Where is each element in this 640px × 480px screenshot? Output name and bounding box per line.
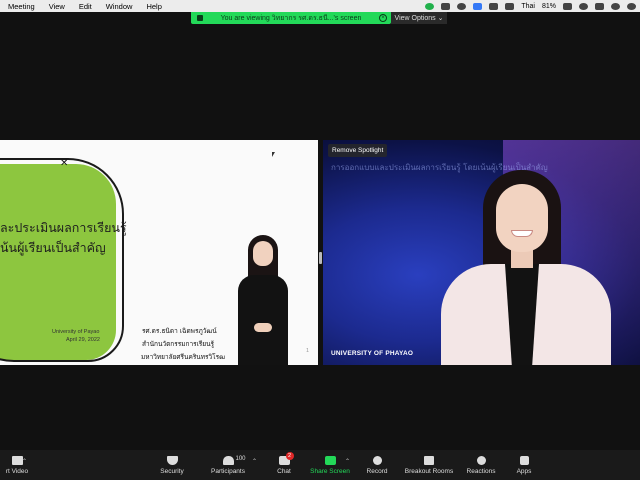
start-video-button[interactable]: rt Video	[0, 450, 34, 480]
wifi-icon[interactable]	[579, 2, 588, 10]
control-center-icon[interactable]	[595, 2, 604, 10]
menu-bar-tray: Thai 81%	[425, 0, 636, 12]
breakout-rooms-button[interactable]: Breakout Rooms	[403, 450, 455, 480]
search-icon[interactable]	[611, 2, 620, 10]
siri-icon[interactable]	[627, 2, 636, 10]
shield-icon	[166, 455, 178, 465]
apps-button[interactable]: Apps	[512, 450, 536, 480]
slide-title-line-1: ละประเมินผลการเรียนรู้	[0, 220, 127, 235]
input-source-label[interactable]: Thai	[521, 3, 535, 10]
participant-person	[441, 170, 611, 365]
notion-icon[interactable]	[505, 2, 515, 10]
reactions-button[interactable]: Reactions	[464, 450, 498, 480]
privacy-icon[interactable]	[457, 2, 467, 10]
split-view-drag-handle[interactable]	[319, 252, 322, 264]
share-screen-button[interactable]: Share Screen	[308, 450, 352, 480]
view-options-button[interactable]: View Options ⌄	[391, 12, 447, 24]
security-button[interactable]: Security	[156, 450, 188, 480]
presenter-photo	[232, 235, 294, 365]
menu-view[interactable]: View	[49, 2, 65, 11]
line-app-icon[interactable]	[425, 2, 435, 10]
menu-window[interactable]: Window	[106, 2, 133, 11]
meeting-toolbar: rt Video ⌃ Security 100 Participants ⌃ 2…	[0, 450, 640, 480]
sync-icon[interactable]	[489, 2, 499, 10]
slide-date: April 29, 2022	[66, 337, 100, 343]
chevron-up-icon[interactable]: ⌃	[252, 458, 257, 465]
reactions-icon	[476, 455, 486, 465]
breakout-rooms-icon	[424, 455, 434, 465]
share-screen-icon	[324, 455, 336, 465]
screen-share-icon	[197, 15, 203, 21]
chat-icon: 2	[278, 451, 294, 465]
chevron-up-icon[interactable]: ⌃	[345, 458, 350, 465]
chat-button[interactable]: 2 Chat	[272, 450, 296, 480]
speaker-name: รศ.ดร.ธนิดา เฉิดพรภูวัฒน์	[142, 327, 217, 335]
battery-icon[interactable]	[563, 2, 572, 10]
mouse-cursor-icon	[272, 152, 275, 157]
shared-screen-slide: ✕ ละประเมินผลการเรียนรู้ น้นผู้เรียนเป็น…	[0, 140, 318, 365]
meeting-stage: You are viewing วิทยากร รศ.ดร.ธนี...'s s…	[0, 12, 640, 450]
screen-share-text: You are viewing วิทยากร รศ.ดร.ธนี...'s s…	[220, 14, 362, 22]
chevron-up-icon[interactable]: ⌃	[22, 458, 27, 465]
participants-count: 100	[235, 455, 246, 462]
record-button[interactable]: Record	[364, 450, 390, 480]
macos-menu-bar: Meeting View Edit Window Help Thai 81%	[0, 0, 640, 12]
video-icon[interactable]	[441, 2, 451, 10]
menu-help[interactable]: Help	[146, 2, 161, 11]
remove-spotlight-button[interactable]: Remove Spotlight	[328, 144, 388, 157]
slide-title-line-2: น้นผู้เรียนเป็นสำคัญ	[0, 240, 106, 255]
screen-share-banner: You are viewing วิทยากร รศ.ดร.ธนี...'s s…	[191, 12, 391, 24]
speaker-university: มหาวิทยาลัยศรีนครินทรวิโรฒ	[141, 353, 226, 361]
participants-icon: 100	[222, 455, 246, 465]
slide-x-mark: ✕	[60, 158, 69, 169]
participant-name-label: UNIVERSITY OF PHAYAO	[331, 350, 414, 357]
slide-university: University of Payao	[52, 329, 100, 335]
menu-meeting[interactable]: Meeting	[8, 2, 35, 11]
battery-percent[interactable]: 81%	[542, 3, 556, 10]
zoom-tray-icon[interactable]	[473, 2, 483, 10]
participant-video[interactable]: การออกแบบและประเมินผลการเรียนรู้ โดยเน้น…	[323, 140, 640, 365]
slide-number: 1	[306, 348, 310, 354]
video-off-icon	[11, 455, 23, 465]
record-icon	[372, 455, 382, 465]
speaker-department: สำนักนวัตกรรมการเรียนรู้	[142, 340, 215, 348]
apps-icon	[519, 455, 529, 465]
participants-button[interactable]: 100 Participants	[206, 450, 250, 480]
chat-unread-badge: 2	[285, 451, 294, 460]
menu-edit[interactable]: Edit	[79, 2, 92, 11]
close-icon[interactable]: ×	[379, 14, 387, 22]
